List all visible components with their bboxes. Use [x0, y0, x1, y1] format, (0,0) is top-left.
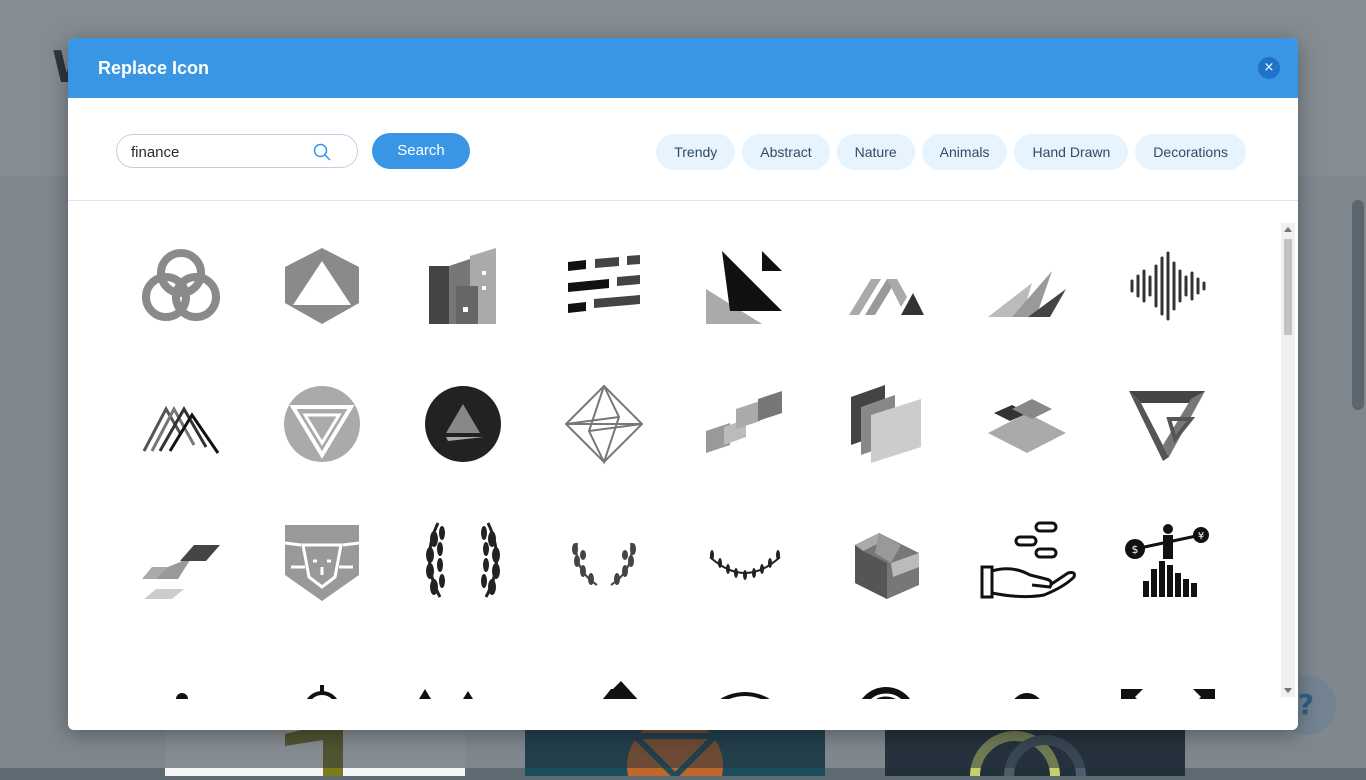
- mountain-lines-icon: [142, 405, 220, 454]
- hexagon-triangle-icon: [285, 248, 359, 324]
- icon-result-14[interactable]: [831, 369, 941, 479]
- laurel-wreath-large-icon: [426, 522, 500, 598]
- search-input[interactable]: [129, 141, 313, 163]
- icon-result-15[interactable]: [972, 369, 1082, 479]
- modal-title: Replace Icon: [98, 57, 210, 78]
- zigzag-m-icon: [849, 279, 924, 315]
- icon-result-28[interactable]: $: [549, 641, 659, 699]
- wire-octahedron-icon: [564, 384, 644, 465]
- scroll-down-arrow-icon[interactable]: [1284, 688, 1292, 693]
- icon-result-2[interactable]: [267, 231, 377, 341]
- close-button[interactable]: ×: [1258, 57, 1280, 79]
- icon-result-7[interactable]: [972, 231, 1082, 341]
- striped-blocks-icon: [568, 255, 640, 313]
- icon-result-25[interactable]: $ €: [126, 641, 236, 699]
- search-toolbar: Search Trendy Abstract Nature Animals Ha…: [68, 98, 1298, 201]
- laurel-wreath-small-icon: [572, 542, 636, 586]
- icon-result-31[interactable]: $: [972, 641, 1082, 699]
- layered-panels-icon: [851, 385, 921, 463]
- inverted-triangle-circle-icon: [284, 386, 360, 462]
- replace-icon-modal: Replace Icon × Search Trendy Abstract Na…: [68, 38, 1298, 730]
- parallelogram-steps-icon: [706, 391, 782, 453]
- icon-result-5[interactable]: [690, 231, 800, 341]
- icon-result-12[interactable]: [549, 369, 659, 479]
- category-chips: Trendy Abstract Nature Animals Hand Draw…: [656, 134, 1246, 170]
- dollar-growth-arrow-icon: $: [419, 689, 473, 699]
- triangles-icon: [706, 251, 782, 324]
- icon-grid-scrollbar[interactable]: [1281, 223, 1295, 697]
- icon-result-16[interactable]: [1113, 369, 1223, 479]
- hand-coins-icon: [980, 521, 1076, 599]
- icon-result-11[interactable]: [408, 369, 518, 479]
- pound-coin-icon: £: [862, 687, 910, 699]
- buildings-icon: [429, 248, 496, 324]
- impossible-triangle-icon: [1129, 391, 1205, 461]
- scroll-up-arrow-icon[interactable]: [1284, 227, 1292, 232]
- sound-wave-icon: [1130, 251, 1206, 321]
- icon-result-18[interactable]: [267, 505, 377, 615]
- icon-result-27[interactable]: $: [408, 641, 518, 699]
- dollar-barbell-icon: $: [1014, 693, 1040, 699]
- icon-result-13[interactable]: [690, 369, 800, 479]
- icon-result-6[interactable]: [831, 231, 941, 341]
- icon-result-20[interactable]: [549, 505, 659, 615]
- parallelogram-pair-icon: [142, 545, 220, 599]
- icon-result-10[interactable]: [267, 369, 377, 479]
- icon-result-23[interactable]: [972, 505, 1082, 615]
- category-trendy[interactable]: Trendy: [656, 134, 736, 170]
- dollar-arrows-icon: $: [1121, 689, 1215, 699]
- icon-result-30[interactable]: £: [831, 641, 941, 699]
- modal-header: Replace Icon ×: [68, 38, 1298, 98]
- currency-balance-bars-icon: $ ¥: [1125, 524, 1209, 597]
- svg-text:¥: ¥: [1198, 531, 1204, 542]
- venn-circles-icon: [142, 249, 220, 321]
- search-icon[interactable]: [313, 143, 331, 161]
- svg-text:$: $: [1132, 543, 1139, 556]
- category-decorations[interactable]: Decorations: [1135, 134, 1246, 170]
- icon-result-17[interactable]: [126, 505, 236, 615]
- sail-peaks-icon: [988, 271, 1066, 317]
- laurel-arc-icon: [709, 550, 781, 580]
- scroll-thumb[interactable]: [1284, 239, 1292, 335]
- icon-result-19[interactable]: [408, 505, 518, 615]
- icon-result-29[interactable]: $: [690, 641, 800, 699]
- icon-result-24[interactable]: $ ¥: [1113, 505, 1223, 615]
- icon-result-8[interactable]: [1113, 231, 1223, 341]
- icon-result-22[interactable]: [831, 505, 941, 615]
- category-nature[interactable]: Nature: [836, 134, 915, 170]
- icon-result-32[interactable]: $: [1113, 641, 1223, 699]
- icon-grid: $ ¥ $ € $: [68, 201, 1278, 699]
- currency-tug-icon: $ €: [176, 693, 188, 699]
- icon-result-26[interactable]: $: [267, 641, 377, 699]
- icon-result-3[interactable]: [408, 231, 518, 341]
- category-hand-drawn[interactable]: Hand Drawn: [1014, 134, 1129, 170]
- category-animals[interactable]: Animals: [921, 134, 1008, 170]
- isometric-block-icon: [855, 533, 919, 599]
- icon-result-9[interactable]: [126, 369, 236, 479]
- icon-result-21[interactable]: [690, 505, 800, 615]
- dollar-network-icon: $: [307, 685, 337, 699]
- icon-result-4[interactable]: [549, 231, 659, 341]
- category-abstract[interactable]: Abstract: [742, 134, 830, 170]
- search-button[interactable]: Search: [372, 133, 470, 169]
- icon-result-1[interactable]: [126, 231, 236, 341]
- dollar-dome-icon: $: [720, 692, 770, 699]
- lion-shield-icon: [284, 525, 360, 601]
- dollar-bag-arrow-icon: $: [603, 681, 638, 699]
- diamond-layers-icon: [988, 399, 1066, 453]
- search-field[interactable]: [116, 134, 358, 168]
- dark-circle-triangle-icon: [425, 386, 501, 462]
